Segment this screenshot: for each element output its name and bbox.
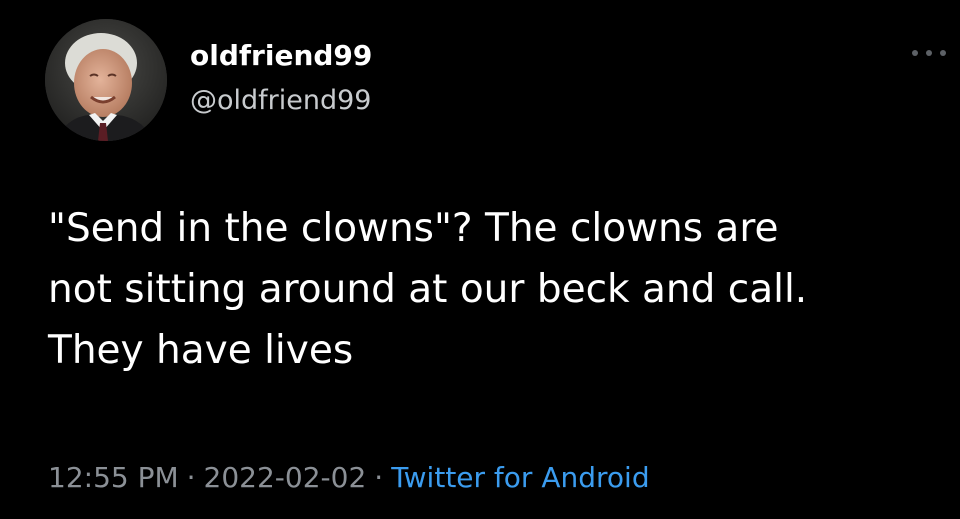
avatar[interactable] (45, 19, 167, 141)
more-dot (926, 50, 932, 56)
tweet-text: "Send in the clowns"? The clowns are not… (48, 198, 948, 381)
tweet-source-link[interactable]: Twitter for Android (391, 461, 649, 494)
tweet-card: oldfriend99 @oldfriend99 "Send in the cl… (0, 0, 960, 519)
tweet-text-line: not sitting around at our beck and call. (48, 267, 808, 312)
tweet-date[interactable]: 2022-02-02 (204, 461, 367, 494)
tweet-time[interactable]: 12:55 PM (48, 461, 179, 494)
more-options-icon[interactable] (912, 40, 946, 66)
tweet-meta: 12:55 PM · 2022-02-02 · Twitter for Android (48, 460, 650, 496)
tweet-text-line: "Send in the clowns"? The clowns are (48, 206, 779, 251)
meta-separator: · (374, 461, 384, 494)
more-dot (940, 50, 946, 56)
more-dot (912, 50, 918, 56)
tweet-text-line: They have lives (48, 328, 354, 373)
display-name[interactable]: oldfriend99 (190, 39, 372, 73)
meta-separator: · (186, 461, 196, 494)
user-handle[interactable]: @oldfriend99 (190, 85, 372, 117)
avatar-image (45, 19, 167, 141)
